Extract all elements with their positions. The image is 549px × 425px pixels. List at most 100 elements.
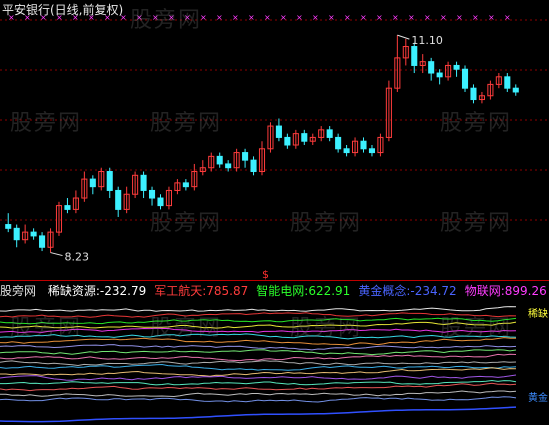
candle-body bbox=[115, 189, 122, 210]
watermark: 股旁网 bbox=[150, 211, 223, 236]
watermark: 股旁网 bbox=[150, 316, 223, 341]
high-pointer bbox=[397, 34, 410, 40]
high-price-label: 11.10 bbox=[411, 34, 443, 47]
indicator-legend-label: 军工航天: bbox=[154, 284, 207, 298]
candle-body bbox=[30, 231, 37, 237]
candle-body bbox=[242, 152, 249, 161]
watermark: 股旁网 bbox=[440, 211, 513, 236]
indicator-legend-item: 黄金概念:-234.72 bbox=[358, 284, 456, 298]
watermark: 股旁网 bbox=[290, 316, 363, 341]
candle-body bbox=[182, 182, 189, 188]
signal-marker: × bbox=[216, 13, 223, 22]
signal-marker: × bbox=[280, 13, 287, 22]
candle-body bbox=[343, 148, 350, 154]
chart-title: 平安银行(日线,前复权) bbox=[2, 3, 124, 17]
dollar-marker-icon: $ bbox=[262, 268, 269, 280]
low-price-label: 8.23 bbox=[65, 251, 90, 264]
signal-marker: × bbox=[232, 13, 239, 22]
watermark: 股旁网 bbox=[290, 211, 363, 236]
candle-body bbox=[301, 133, 308, 142]
indicator-legend-item: 智能电网:622.91 bbox=[256, 284, 350, 298]
signal-marker: × bbox=[376, 13, 383, 22]
signal-marker: × bbox=[296, 13, 303, 22]
indicator-series-line bbox=[0, 396, 517, 403]
indicator-series-line bbox=[0, 367, 517, 377]
indicator-legend-value: 899.26 bbox=[504, 284, 547, 298]
indicator-series-line bbox=[0, 374, 517, 381]
candle-body bbox=[461, 68, 469, 89]
signal-marker: × bbox=[408, 13, 415, 22]
indicator-legend-item: 物联网:899.26 bbox=[465, 284, 547, 298]
signal-marker: × bbox=[392, 13, 399, 22]
indicator-series-line bbox=[0, 379, 517, 386]
candle-body bbox=[5, 224, 12, 229]
indicator-edge-tag: 黄金 bbox=[528, 391, 548, 404]
candle-body bbox=[512, 87, 519, 93]
signal-marker: × bbox=[424, 13, 431, 22]
candle-body bbox=[89, 178, 96, 188]
signal-marker: × bbox=[472, 13, 479, 22]
candle-body bbox=[39, 235, 46, 248]
signal-marker: × bbox=[504, 13, 511, 22]
candle-body bbox=[453, 64, 460, 70]
low-pointer bbox=[50, 252, 63, 257]
candle-body bbox=[326, 129, 333, 138]
signal-marker: × bbox=[248, 13, 255, 22]
indicator-legend: 股旁网 稀缺资源:-232.79 军工航天:785.87 智能电网:622.91 黄金… bbox=[0, 284, 549, 300]
indicator-legend-item: 稀缺资源:-232.79 bbox=[48, 284, 146, 298]
indicator-source-tag: 股旁网 bbox=[0, 284, 37, 298]
candle-body bbox=[284, 136, 291, 146]
candle-body bbox=[360, 140, 367, 150]
watermark: 股旁网 bbox=[440, 316, 513, 341]
candle-body bbox=[411, 46, 418, 66]
signal-marker: × bbox=[264, 13, 271, 22]
candle-body bbox=[368, 148, 376, 154]
candle-body bbox=[106, 171, 113, 191]
signal-marker: × bbox=[328, 13, 335, 22]
candle-body bbox=[148, 189, 156, 199]
candle-body bbox=[470, 87, 477, 101]
candle-body bbox=[13, 227, 20, 241]
indicator-legend-label: 物联网: bbox=[464, 284, 505, 298]
signal-marker: × bbox=[456, 13, 463, 22]
stock-chart-window[interactable]: × × × × × × × × × × × × × × × × × × × × × × × × × × × × × × × × 11.10 8.2… bbox=[0, 0, 549, 425]
indicator-legend-value: -232.79 bbox=[99, 284, 147, 298]
indicator-series-line bbox=[0, 353, 517, 362]
indicator-legend-value: 785.87 bbox=[206, 284, 249, 298]
watermark: 股旁网 bbox=[150, 111, 223, 136]
indicator-legend-label: 稀缺资源: bbox=[47, 284, 100, 298]
signal-marker: × bbox=[488, 13, 495, 22]
watermark: 股旁网 bbox=[10, 316, 83, 341]
signal-marker: × bbox=[312, 13, 319, 22]
candle-body bbox=[504, 76, 511, 89]
candle-body bbox=[428, 61, 435, 74]
watermark: 股旁网 bbox=[130, 8, 203, 33]
candle-body bbox=[436, 72, 443, 78]
indicator-series-line bbox=[0, 360, 517, 367]
signal-marker: × bbox=[344, 13, 351, 22]
indicator-legend-value: -234.72 bbox=[410, 284, 457, 298]
candle-body bbox=[216, 155, 223, 165]
indicator-legend-label: 智能电网: bbox=[256, 284, 309, 298]
indicator-legend-item: 军工航天:785.87 bbox=[154, 284, 248, 298]
pane-divider[interactable] bbox=[0, 280, 549, 281]
candle-body bbox=[335, 136, 342, 150]
candle-body bbox=[275, 125, 282, 138]
candle-body bbox=[250, 159, 257, 173]
candle-body bbox=[64, 205, 71, 210]
signal-marker: × bbox=[360, 13, 367, 22]
indicator-series-line bbox=[0, 382, 517, 392]
signal-marker: × bbox=[440, 13, 447, 22]
watermark: 股旁网 bbox=[440, 111, 513, 136]
indicator-series-line bbox=[0, 390, 517, 398]
indicator-series-line bbox=[0, 349, 517, 356]
candle-body bbox=[140, 174, 147, 191]
watermark: 股旁网 bbox=[10, 111, 83, 136]
indicator-series-line bbox=[0, 406, 517, 423]
indicator-legend-label: 黄金概念: bbox=[358, 284, 411, 298]
indicator-edge-tag: 稀缺 bbox=[528, 307, 548, 320]
candle-body bbox=[225, 163, 232, 169]
indicator-legend-value: 622.91 bbox=[308, 284, 351, 298]
indicator-series-line bbox=[0, 344, 517, 351]
price-candlestick-chart[interactable]: × × × × × × × × × × × × × × × × × × × × × × × × × × × × × × × ×11.108.2… bbox=[0, 0, 549, 280]
